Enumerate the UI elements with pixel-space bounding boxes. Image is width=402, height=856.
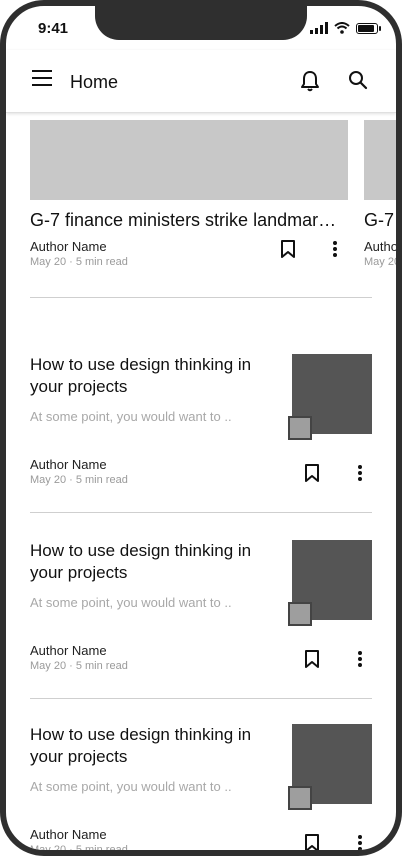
article-byline: Author Name May 20 · 5 min read xyxy=(30,643,128,672)
article-byline: Author Name May 20 · 5 min read xyxy=(30,827,128,856)
article-item[interactable]: How to use design thinking in your proje… xyxy=(30,354,372,514)
article-excerpt: At some point, you would want to .. xyxy=(30,779,232,794)
featured-title[interactable]: G-7 xyxy=(364,210,396,231)
notch xyxy=(95,6,307,40)
article-item[interactable]: How to use design thinking in your proje… xyxy=(30,724,372,856)
article-title[interactable]: How to use design thinking in your proje… xyxy=(30,724,270,768)
divider xyxy=(30,698,372,699)
featured-card[interactable]: G-7 finance ministers strike landmark de… xyxy=(30,120,348,268)
menu-icon[interactable] xyxy=(32,70,52,86)
article-title[interactable]: How to use design thinking in your proje… xyxy=(30,354,270,398)
bookmark-icon[interactable] xyxy=(280,239,296,259)
notification-bell-icon[interactable] xyxy=(300,70,320,92)
bookmark-icon[interactable] xyxy=(304,463,320,483)
article-meta: May 20 · 5 min read xyxy=(30,256,128,268)
featured-title[interactable]: G-7 finance ministers strike landmark de… xyxy=(30,210,340,231)
more-options-icon[interactable] xyxy=(332,240,338,258)
phone-frame: 9:41 Home G-7 finance ministers strike l… xyxy=(0,0,402,856)
divider xyxy=(30,512,372,513)
app-bar: Home xyxy=(6,50,396,113)
article-meta: May 20 · 5 min read xyxy=(30,660,128,672)
status-icons xyxy=(310,22,381,34)
featured-image xyxy=(364,120,396,200)
signal-icon xyxy=(310,22,328,34)
featured-carousel[interactable]: G-7 finance ministers strike landmark de… xyxy=(30,120,396,290)
article-thumbnail xyxy=(288,602,312,626)
page-title: Home xyxy=(70,72,119,92)
author-name: Author Name xyxy=(30,643,107,658)
wifi-icon xyxy=(334,22,350,34)
bookmark-icon[interactable] xyxy=(304,649,320,669)
article-meta: May 20 · 5 min read xyxy=(30,844,128,856)
more-options-icon[interactable] xyxy=(357,650,363,668)
author-name: Author Name xyxy=(30,457,107,472)
divider xyxy=(30,297,372,298)
article-title[interactable]: How to use design thinking in your proje… xyxy=(30,540,270,584)
article-thumbnail xyxy=(288,786,312,810)
article-byline: Author Name May 20 · 5 min read xyxy=(30,457,128,486)
author-name: Author Name xyxy=(364,239,396,254)
article-item[interactable]: How to use design thinking in your proje… xyxy=(30,540,372,700)
article-excerpt: At some point, you would want to .. xyxy=(30,595,232,610)
featured-card-next[interactable]: G-7 Author Name May 20 xyxy=(364,120,396,268)
article-thumbnail xyxy=(288,416,312,440)
battery-icon xyxy=(356,22,381,34)
author-name: Author Name xyxy=(30,827,107,842)
more-options-icon[interactable] xyxy=(357,464,363,482)
bookmark-icon[interactable] xyxy=(304,833,320,853)
more-options-icon[interactable] xyxy=(357,834,363,852)
article-excerpt: At some point, you would want to .. xyxy=(30,409,232,424)
author-name: Author Name xyxy=(30,239,107,254)
feed: G-7 finance ministers strike landmark de… xyxy=(6,113,396,856)
featured-image xyxy=(30,120,348,200)
status-time: 9:41 xyxy=(38,20,69,37)
search-icon[interactable] xyxy=(348,70,368,90)
article-meta: May 20 xyxy=(364,256,396,268)
article-meta: May 20 · 5 min read xyxy=(30,474,128,486)
